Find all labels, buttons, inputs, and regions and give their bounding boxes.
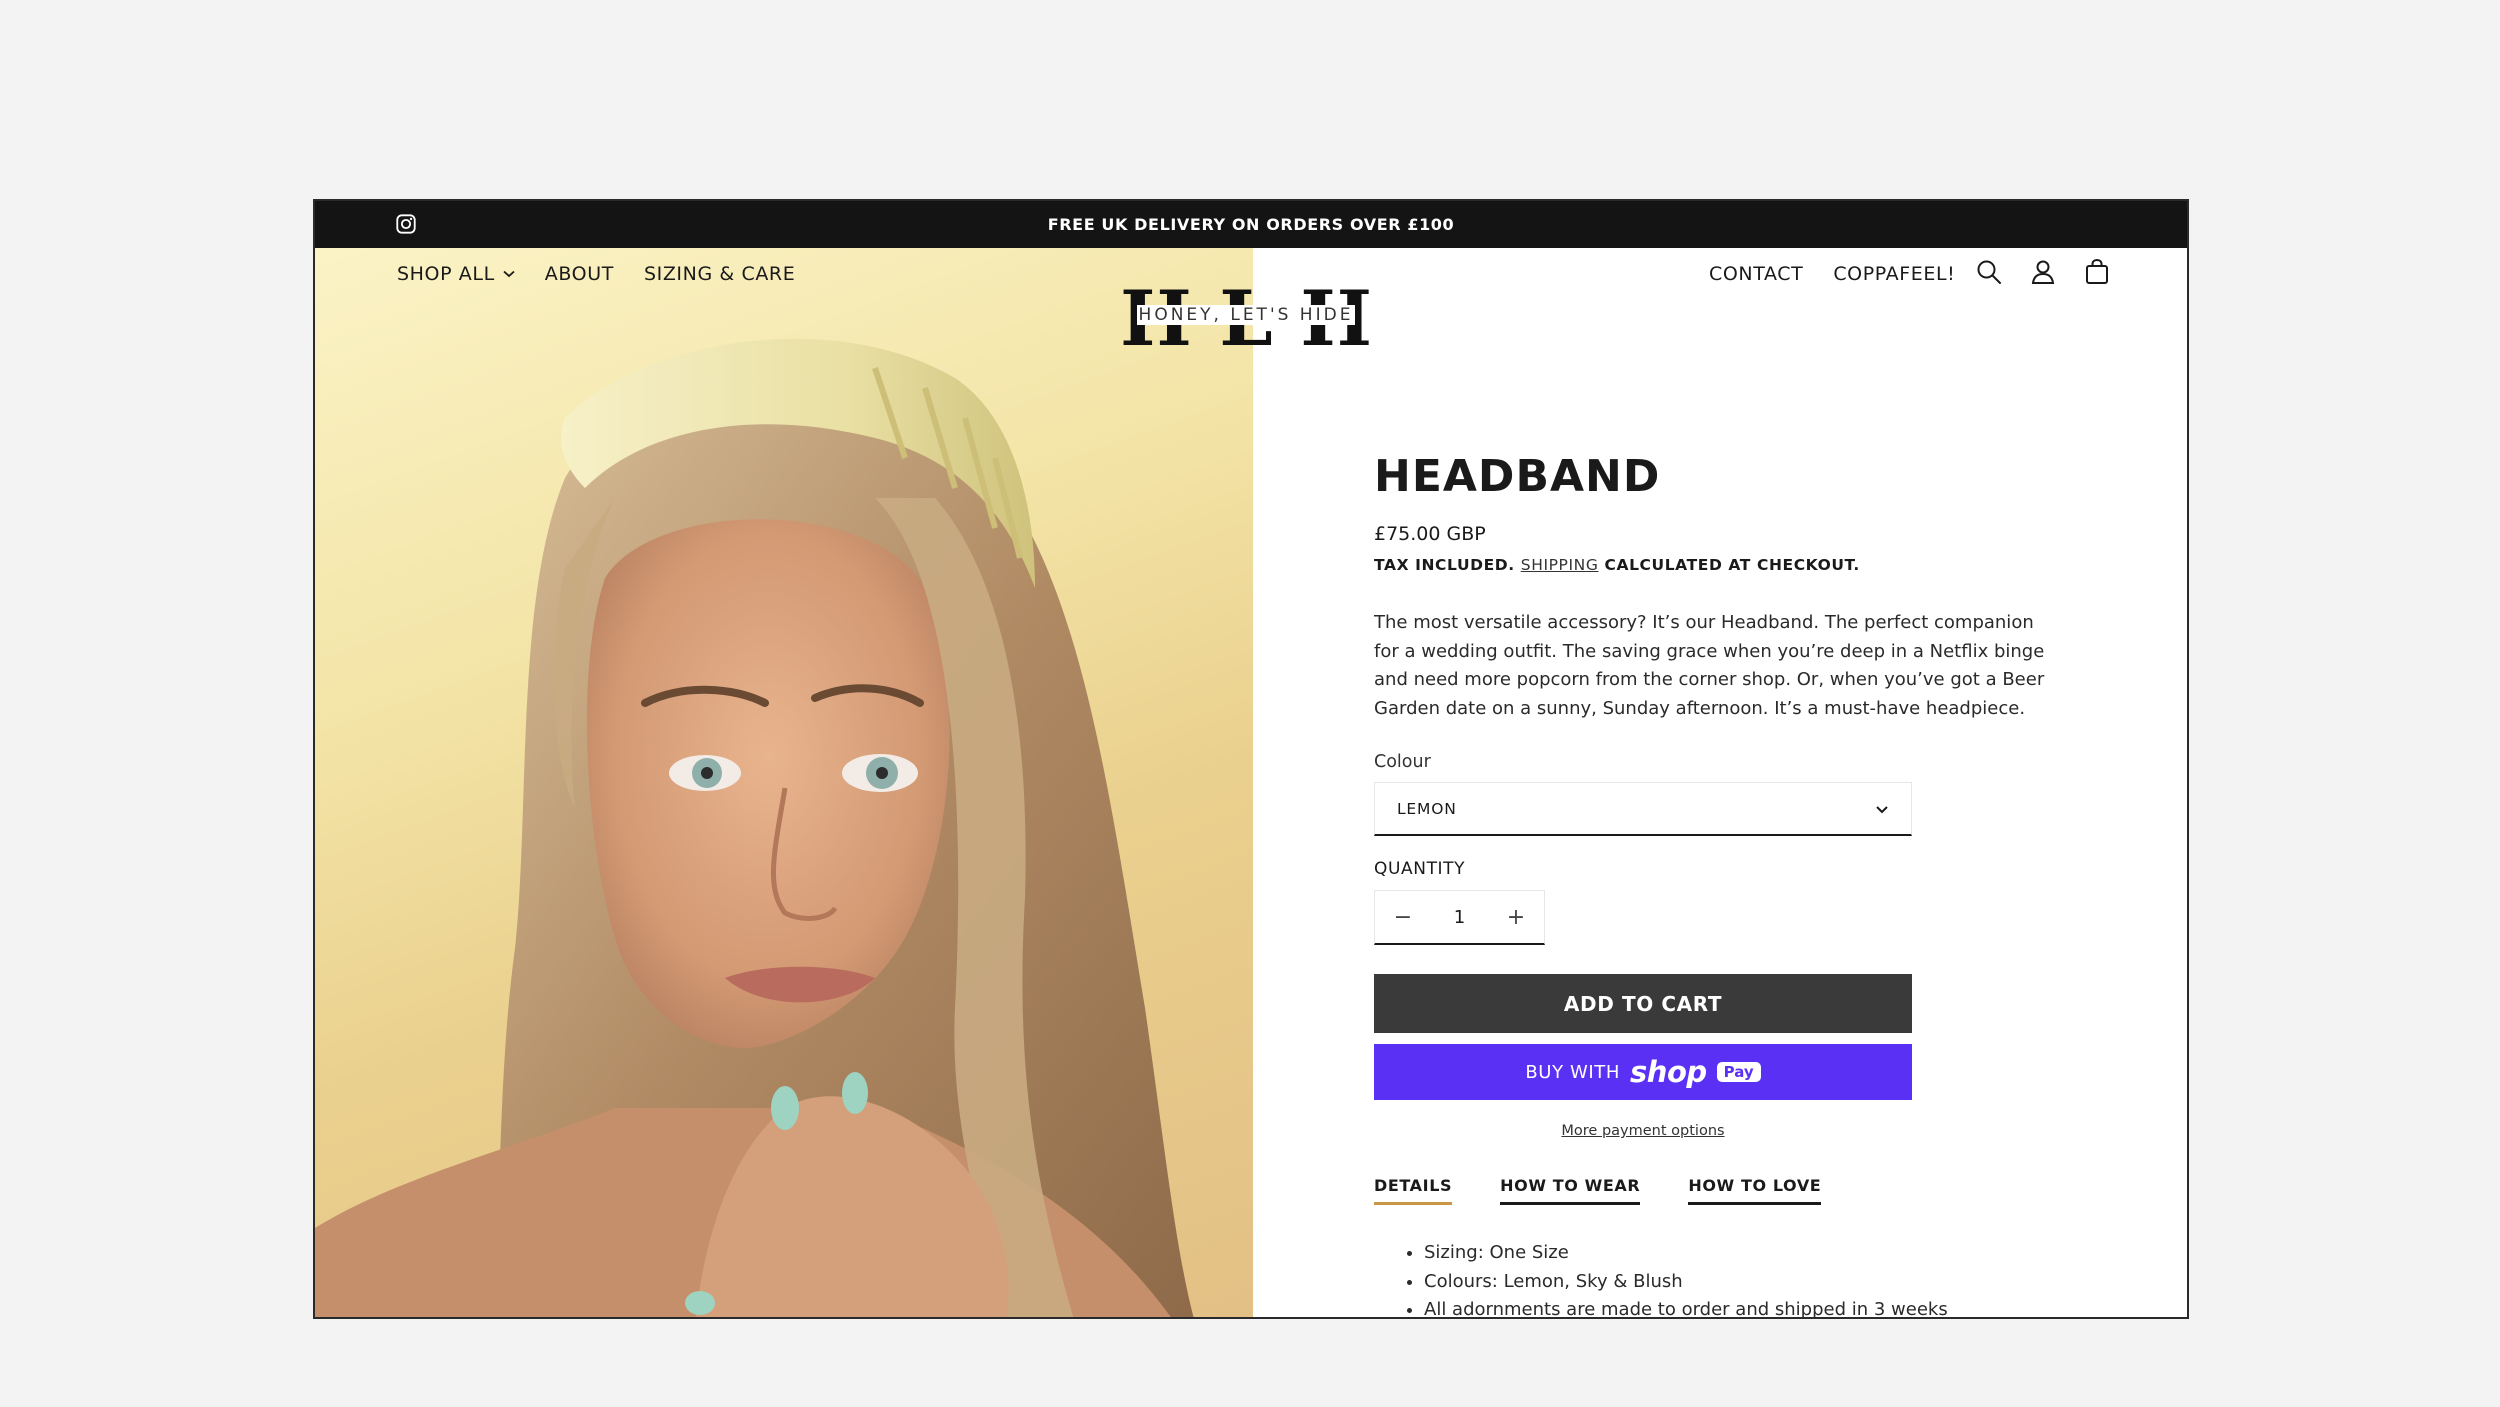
quantity-stepper: − 1 +: [1374, 890, 1545, 945]
pay-badge: Pay: [1716, 1062, 1761, 1082]
list-item: Sizing: One Size: [1424, 1239, 1948, 1268]
main-nav-left: SHOP ALL ABOUT SIZING & CARE: [397, 263, 795, 285]
nav-contact[interactable]: CONTACT: [1709, 263, 1803, 285]
quantity-decrease-button[interactable]: −: [1375, 905, 1431, 930]
cart-icon[interactable]: [2082, 257, 2112, 287]
search-icon[interactable]: [1974, 257, 2004, 287]
shipping-link[interactable]: SHIPPING: [1521, 556, 1599, 574]
browser-frame: FREE UK DELIVERY ON ORDERS OVER £100 SHO…: [313, 199, 2189, 1319]
account-icon[interactable]: [2028, 257, 2058, 287]
announcement-bar: FREE UK DELIVERY ON ORDERS OVER £100: [315, 201, 2187, 248]
product-price: £75.00 GBP: [1374, 523, 1486, 545]
nav-coppafeel[interactable]: COPPAFEEL!: [1833, 263, 1955, 285]
product-description: The most versatile accessory? It’s our H…: [1374, 612, 2045, 719]
shop-logo-text: shop: [1630, 1055, 1707, 1089]
header-icons: [1974, 257, 2112, 287]
site-logo[interactable]: H L H HONEY, LET'S HIDE: [1120, 281, 1372, 357]
nav-shop-all[interactable]: SHOP ALL: [397, 263, 515, 285]
colour-select[interactable]: LEMON: [1374, 782, 1912, 836]
list-item: All adornments are made to order and shi…: [1424, 1296, 1948, 1317]
tab-how-to-wear[interactable]: HOW TO WEAR: [1500, 1176, 1641, 1205]
tax-note: TAX INCLUDED. SHIPPING CALCULATED AT CHE…: [1374, 556, 1860, 574]
tab-how-to-love[interactable]: HOW TO LOVE: [1688, 1176, 1822, 1205]
quantity-input[interactable]: 1: [1431, 907, 1488, 928]
tax-suffix: CALCULATED AT CHECKOUT.: [1604, 556, 1860, 574]
logo-tagline: HONEY, LET'S HIDE: [1120, 305, 1372, 325]
chevron-down-icon: [1876, 805, 1888, 813]
chevron-down-icon: [503, 270, 515, 278]
quantity-increase-button[interactable]: +: [1488, 905, 1544, 930]
model-photo: [315, 338, 1194, 1317]
buy-with-label: BUY WITH: [1525, 1061, 1621, 1083]
product-image[interactable]: [315, 248, 1253, 1317]
details-list: Sizing: One Size Colours: Lemon, Sky & B…: [1424, 1239, 1948, 1317]
product-tabs: DETAILS HOW TO WEAR HOW TO LOVE: [1374, 1176, 1822, 1205]
buy-with-shop-pay-button[interactable]: BUY WITH shop Pay: [1374, 1044, 1912, 1100]
quantity-label: QUANTITY: [1374, 859, 1466, 879]
nav-sizing-care[interactable]: SIZING & CARE: [644, 263, 795, 285]
more-payment-options-link[interactable]: More payment options: [1374, 1123, 1912, 1139]
main-nav-right: CONTACT COPPAFEEL!: [1709, 263, 1955, 285]
nav-shop-all-label: SHOP ALL: [397, 263, 495, 285]
list-item: Colours: Lemon, Sky & Blush: [1424, 1268, 1948, 1297]
announcement-text: FREE UK DELIVERY ON ORDERS OVER £100: [1047, 215, 1455, 234]
tab-details[interactable]: DETAILS: [1374, 1176, 1453, 1205]
logo-tagline-text: HONEY, LET'S HIDE: [1136, 305, 1356, 325]
nav-about[interactable]: ABOUT: [545, 263, 614, 285]
tax-prefix: TAX INCLUDED.: [1374, 556, 1515, 574]
colour-label: Colour: [1374, 752, 1431, 772]
add-to-cart-button[interactable]: ADD TO CART: [1374, 974, 1912, 1033]
colour-value: LEMON: [1397, 799, 1457, 818]
product-title: HEADBAND: [1374, 451, 1661, 502]
